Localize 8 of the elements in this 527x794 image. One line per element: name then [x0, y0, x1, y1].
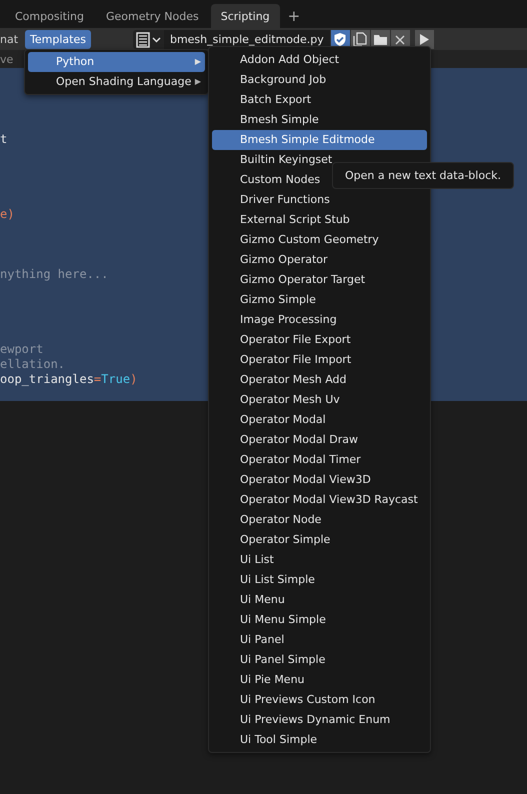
code-line: ellation. — [0, 357, 66, 372]
menu-label: ve — [0, 52, 14, 66]
code-line: nything here... — [0, 267, 108, 282]
tooltip: Open a new text data-block. — [332, 162, 514, 189]
code-line: ewport — [0, 342, 44, 357]
code-line: e) — [0, 207, 14, 222]
code-line: t — [0, 132, 8, 147]
code-line: oop_triangles=True) — [0, 372, 138, 387]
